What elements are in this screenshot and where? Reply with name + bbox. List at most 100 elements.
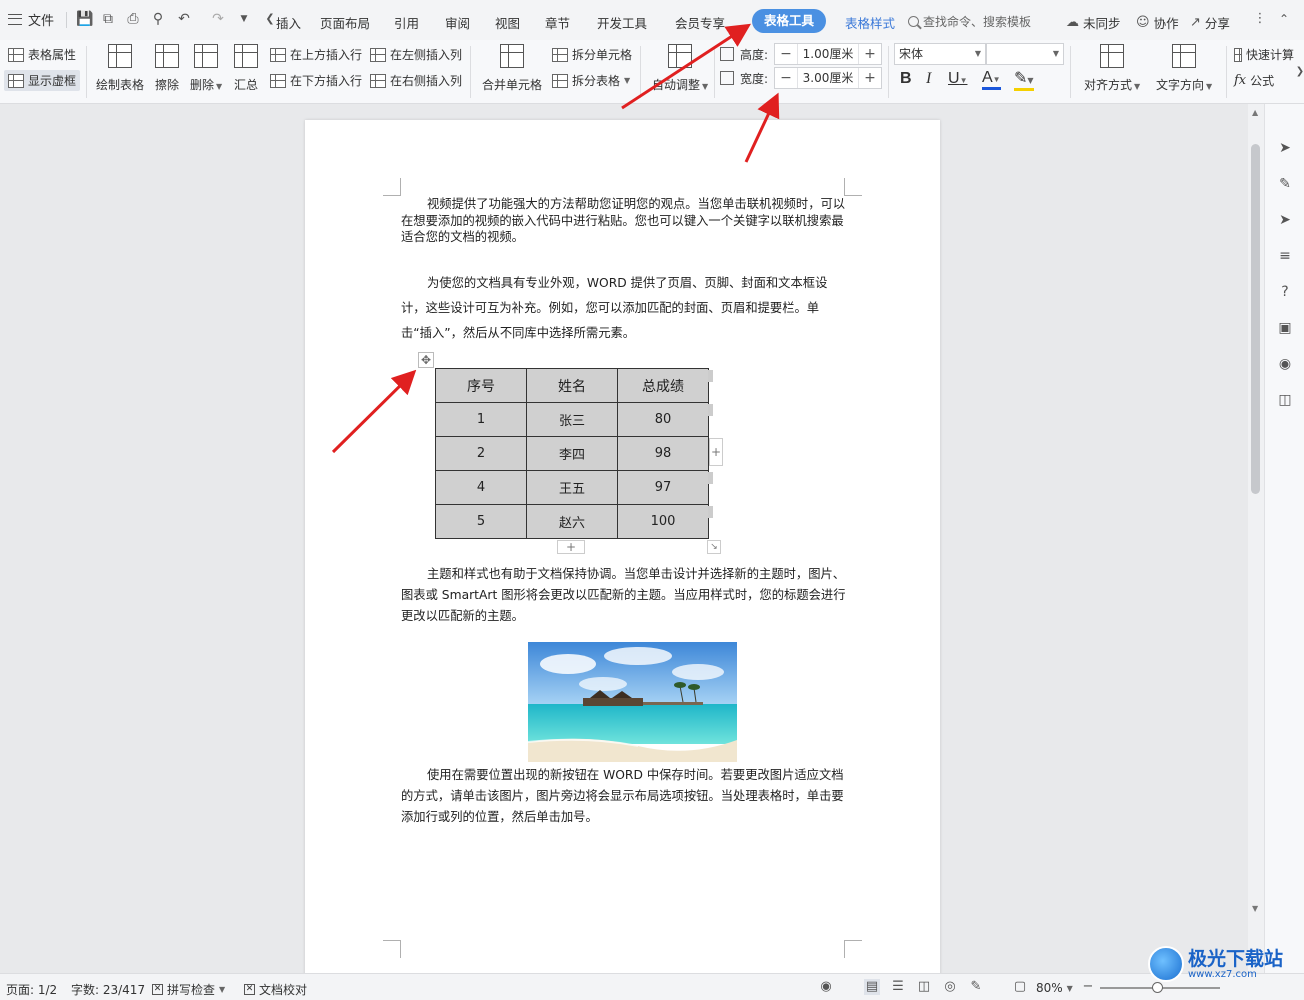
tab-member[interactable]: 会员专享	[675, 13, 725, 32]
table-header-cell[interactable]: 总成绩	[617, 368, 709, 403]
cursor-icon[interactable]: ➤	[1277, 212, 1293, 228]
scroll-thumb[interactable]	[1251, 144, 1260, 494]
zoom-slider-knob[interactable]	[1152, 982, 1163, 993]
highlight-button[interactable]: ✎▼	[1014, 70, 1034, 91]
table-cell[interactable]: 李四	[526, 436, 618, 471]
paragraph[interactable]: 视频提供了功能强大的方法帮助您证明您的观点。当您单击联机视频时，可以在想要添加的…	[401, 196, 847, 246]
table-cell[interactable]: 4	[435, 470, 527, 505]
table-cell[interactable]: 张三	[526, 402, 618, 437]
vertical-scrollbar[interactable]: ▲ ▼	[1248, 104, 1264, 973]
tab-chapter[interactable]: 章节	[545, 13, 570, 32]
tab-insert[interactable]: 插入	[276, 13, 301, 32]
split-cells-button[interactable]: 拆分单元格	[552, 46, 632, 63]
table-cell[interactable]: 97	[617, 470, 709, 505]
add-column-button[interactable]: +	[709, 438, 723, 466]
collaborate-button[interactable]: ☺ 协作	[1136, 13, 1179, 32]
underline-button[interactable]: U▼	[948, 70, 967, 90]
paragraph[interactable]: 为使您的文档具有专业外观，WORD 提供了页眉、页脚、封面和文本框设计，这些设计…	[401, 271, 847, 346]
quick-calc-button[interactable]: 快速计算	[1234, 46, 1294, 63]
insert-row-above-button[interactable]: 在上方插入行	[270, 46, 362, 63]
table-cell[interactable]: 5	[435, 504, 527, 539]
tab-view[interactable]: 视图	[495, 13, 520, 32]
italic-button[interactable]: I	[926, 70, 931, 88]
save-icon[interactable]: 💾	[76, 11, 93, 27]
table-cell[interactable]: 98	[617, 436, 709, 471]
font-name-select[interactable]: 宋体 ▼	[894, 43, 986, 65]
customize-chevron-icon[interactable]: ▼	[236, 11, 252, 27]
tab-review[interactable]: 审阅	[445, 13, 470, 32]
book-icon[interactable]: ◫	[1277, 392, 1293, 408]
font-size-select[interactable]: ▼	[986, 43, 1064, 65]
doc-check-button[interactable]: ✕ 文档校对	[244, 981, 307, 998]
auto-fit-button[interactable]: 自动调整 ▼	[652, 44, 708, 93]
table-header-cell[interactable]: 姓名	[526, 368, 618, 403]
rocket-icon[interactable]: ➤	[1277, 140, 1293, 156]
width-decrease-button[interactable]: −	[775, 68, 797, 88]
more-icon[interactable]: ⋮	[1252, 11, 1268, 27]
outline-view-icon[interactable]: ☰	[890, 979, 906, 995]
height-decrease-button[interactable]: −	[775, 44, 797, 64]
table-properties-button[interactable]: 表格属性	[8, 46, 76, 63]
table-resize-handle[interactable]: ↘	[707, 540, 721, 554]
draw-table-button[interactable]: 绘制表格	[96, 44, 144, 93]
zoom-out-icon[interactable]: −	[1080, 979, 1096, 995]
table-cell[interactable]: 赵六	[526, 504, 618, 539]
add-row-button[interactable]: +	[557, 540, 585, 554]
paragraph[interactable]: 主题和样式也有助于文档保持协调。当您单击设计并选择新的主题时，图片、图表或 Sm…	[401, 564, 847, 627]
insert-row-below-button[interactable]: 在下方插入行	[270, 72, 362, 89]
tab-references[interactable]: 引用	[394, 13, 419, 32]
redo-icon[interactable]: ↷	[210, 11, 226, 27]
undo-icon[interactable]: ↶	[176, 11, 192, 27]
beach-image[interactable]	[528, 642, 737, 762]
share-button[interactable]: ↗ 分享	[1190, 13, 1230, 32]
width-stepper[interactable]: − 3.00厘米 +	[774, 67, 883, 89]
width-increase-button[interactable]: +	[859, 68, 881, 88]
tab-page-layout[interactable]: 页面布局	[320, 13, 370, 32]
print-preview-icon[interactable]: ⚲	[150, 11, 166, 27]
paragraph[interactable]: 使用在需要位置出现的新按钮在 WORD 中保存时间。若要更改图片适应文档的方式，…	[401, 765, 847, 828]
insert-col-right-button[interactable]: 在右侧插入列	[370, 72, 462, 89]
table-cell[interactable]: 100	[617, 504, 709, 539]
file-menu[interactable]: 文件	[8, 10, 54, 29]
zoom-select[interactable]: 80% ▼	[1036, 981, 1073, 995]
page-indicator[interactable]: 页面: 1/2	[6, 981, 57, 998]
location-icon[interactable]: ◉	[1277, 356, 1293, 372]
web-view-icon[interactable]: ◎	[942, 979, 958, 995]
delete-button[interactable]: 删除 ▼	[190, 44, 222, 93]
help-icon[interactable]: ?	[1277, 284, 1293, 300]
table-header-row[interactable]: 序号 姓名 总成绩	[435, 368, 709, 403]
font-color-button[interactable]: A▼	[982, 70, 1001, 90]
width-value[interactable]: 3.00厘米	[797, 68, 860, 88]
spellcheck-button[interactable]: ✕ 拼写检查 ▼	[152, 981, 225, 998]
export-icon[interactable]: ⧉	[100, 11, 116, 27]
table-cell[interactable]: 80	[617, 402, 709, 437]
table-cell[interactable]: 1	[435, 402, 527, 437]
table-row[interactable]: 1 张三 80	[435, 402, 709, 437]
score-table[interactable]: 序号 姓名 总成绩 1 张三 80 2 李四 98 4 王五 97 5 赵六 100	[435, 368, 709, 539]
document-page[interactable]: 视频提供了功能强大的方法帮助您证明您的观点。当您单击联机视频时，可以在想要添加的…	[305, 120, 940, 980]
collapse-ribbon-icon[interactable]: ⌃	[1276, 11, 1292, 27]
text-direction-button[interactable]: 文字方向 ▼	[1156, 44, 1212, 93]
formula-button[interactable]: fx 公式	[1234, 72, 1274, 89]
tab-table-tools[interactable]: 表格工具	[752, 9, 827, 33]
settings-sliders-icon[interactable]: ≡	[1277, 248, 1293, 264]
command-search[interactable]: 查找命令、搜索模板	[908, 13, 1031, 30]
write-mode-icon[interactable]: ✎	[968, 979, 984, 995]
align-button[interactable]: 对齐方式 ▼	[1084, 44, 1140, 93]
height-value[interactable]: 1.00厘米	[797, 44, 860, 64]
height-stepper[interactable]: − 1.00厘米 +	[774, 43, 883, 65]
table-row[interactable]: 2 李四 98	[435, 436, 709, 471]
insert-col-left-button[interactable]: 在左侧插入列	[370, 46, 462, 63]
split-table-button[interactable]: 拆分表格 ▼	[552, 72, 630, 89]
table-row[interactable]: 4 王五 97	[435, 470, 709, 505]
erase-button[interactable]: 擦除	[155, 44, 179, 93]
sync-status[interactable]: ☁ 未同步	[1066, 13, 1121, 32]
table-header-cell[interactable]: 序号	[435, 368, 527, 403]
pen-icon[interactable]: ✎	[1277, 176, 1293, 192]
table-cell[interactable]: 2	[435, 436, 527, 471]
height-increase-button[interactable]: +	[859, 44, 881, 64]
word-count[interactable]: 字数: 23/417	[71, 981, 145, 998]
ribbon-scroll-right-icon[interactable]: ❯	[1292, 64, 1304, 80]
tab-table-style[interactable]: 表格样式	[845, 13, 895, 32]
zoom-slider[interactable]	[1100, 982, 1220, 993]
